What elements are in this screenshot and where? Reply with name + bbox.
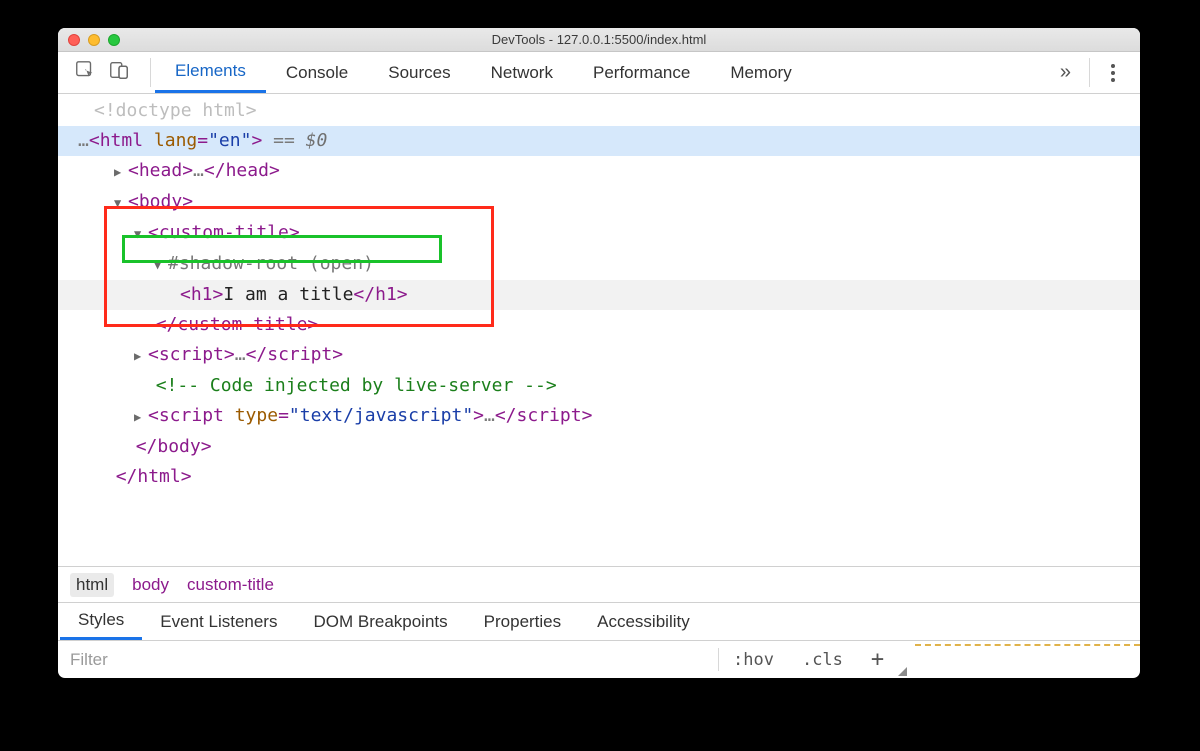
dom-shadow-root[interactable]: ▼#shadow-root (open) bbox=[58, 249, 1140, 280]
tab-console[interactable]: Console bbox=[266, 52, 368, 93]
devtools-window: DevTools - 127.0.0.1:5500/index.html Ele… bbox=[58, 28, 1140, 678]
tab-memory[interactable]: Memory bbox=[710, 52, 811, 93]
tab-network[interactable]: Network bbox=[471, 52, 573, 93]
styles-filter-input[interactable] bbox=[58, 641, 718, 678]
dom-body-open[interactable]: ▼<body> bbox=[58, 187, 1140, 218]
breadcrumb: html body custom-title bbox=[58, 566, 1140, 602]
toolbar-divider bbox=[1089, 58, 1090, 87]
dom-html-open[interactable]: …<html lang="en"> == $0 bbox=[58, 126, 1140, 156]
main-toolbar: Elements Console Sources Network Perform… bbox=[58, 52, 1140, 94]
dom-custom-close[interactable]: </custom-title> bbox=[58, 310, 1140, 340]
tab-elements[interactable]: Elements bbox=[155, 52, 266, 93]
expand-arrow-icon[interactable]: ▶ bbox=[114, 157, 126, 187]
dom-tree[interactable]: <!doctype html> …<html lang="en"> == $0 … bbox=[58, 94, 1140, 566]
dashed-region bbox=[915, 644, 1140, 678]
collapse-arrow-icon[interactable]: ▼ bbox=[134, 219, 146, 249]
tab-sources[interactable]: Sources bbox=[368, 52, 470, 93]
crumb-custom-title[interactable]: custom-title bbox=[187, 575, 274, 595]
subtab-dom-breakpoints[interactable]: DOM Breakpoints bbox=[295, 603, 465, 640]
subtab-accessibility[interactable]: Accessibility bbox=[579, 603, 708, 640]
titlebar: DevTools - 127.0.0.1:5500/index.html bbox=[58, 28, 1140, 52]
window-title: DevTools - 127.0.0.1:5500/index.html bbox=[58, 32, 1140, 47]
device-toggle-icon[interactable] bbox=[108, 59, 130, 86]
subtab-styles[interactable]: Styles bbox=[60, 603, 142, 640]
panel-tabs: Elements Console Sources Network Perform… bbox=[155, 52, 1046, 93]
subtab-properties[interactable]: Properties bbox=[466, 603, 579, 640]
dom-h1[interactable]: <h1>I am a title</h1> bbox=[58, 280, 1140, 310]
subtab-event-listeners[interactable]: Event Listeners bbox=[142, 603, 295, 640]
expand-arrow-icon[interactable]: ▶ bbox=[134, 402, 146, 432]
cls-toggle[interactable]: .cls bbox=[788, 650, 857, 670]
dom-comment[interactable]: <!-- Code injected by live-server --> bbox=[58, 371, 1140, 401]
settings-kebab-icon[interactable] bbox=[1094, 52, 1132, 93]
dom-html-close[interactable]: </html> bbox=[58, 462, 1140, 492]
crumb-body[interactable]: body bbox=[132, 575, 169, 595]
tab-performance[interactable]: Performance bbox=[573, 52, 710, 93]
dom-script1[interactable]: ▶<script>…</script> bbox=[58, 340, 1140, 371]
inspect-icon[interactable] bbox=[74, 59, 96, 86]
styles-filter-bar: :hov .cls + bbox=[58, 640, 1140, 678]
hov-toggle[interactable]: :hov bbox=[719, 650, 788, 670]
crumb-html[interactable]: html bbox=[70, 573, 114, 597]
toolbar-divider bbox=[150, 58, 151, 87]
styles-subtabs: Styles Event Listeners DOM Breakpoints P… bbox=[58, 602, 1140, 640]
dom-doctype[interactable]: <!doctype html> bbox=[58, 96, 1140, 126]
dom-body-close[interactable]: </body> bbox=[58, 432, 1140, 462]
collapse-arrow-icon[interactable]: ▼ bbox=[154, 250, 166, 280]
dom-custom-open[interactable]: ▼<custom-title> bbox=[58, 218, 1140, 249]
resize-corner-icon[interactable] bbox=[898, 667, 907, 676]
new-style-rule-button[interactable]: + bbox=[857, 647, 898, 672]
dom-head[interactable]: ▶<head>…</head> bbox=[58, 156, 1140, 187]
collapse-arrow-icon[interactable]: ▼ bbox=[114, 188, 126, 218]
expand-arrow-icon[interactable]: ▶ bbox=[134, 341, 146, 371]
more-tabs-icon[interactable]: » bbox=[1046, 52, 1085, 93]
dom-script2[interactable]: ▶<script type="text/javascript">…</scrip… bbox=[58, 401, 1140, 432]
